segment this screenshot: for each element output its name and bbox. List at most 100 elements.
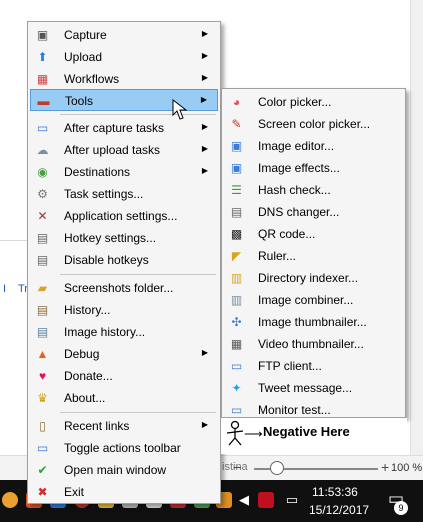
stick-figure-icon xyxy=(226,420,244,446)
menu-separator xyxy=(60,114,216,115)
tools_menu-item-label: Image effects... xyxy=(258,161,340,175)
zoom-level: 100 % xyxy=(391,462,423,474)
tray-app-icon[interactable] xyxy=(258,492,274,508)
submenu-arrow-icon: ▶ xyxy=(201,166,208,175)
tools_menu-item-screen-color-picker[interactable]: ✎ Screen color picker... xyxy=(224,113,403,135)
main_menu-item-application-settings[interactable]: ✕ Application settings... xyxy=(30,205,218,227)
submenu-arrow-icon: ▶ xyxy=(201,420,208,429)
menu-separator xyxy=(60,274,216,275)
submenu-arrow-icon: ▶ xyxy=(200,95,207,104)
main_menu-item-donate[interactable]: ♥ Donate... xyxy=(30,365,218,387)
tools_menu-item-label: Hash check... xyxy=(258,183,331,197)
tools_menu-item-color-picker[interactable]: ◕ Color picker... xyxy=(224,91,403,113)
main_menu-item-destinations[interactable]: ◉ Destinations ▶ xyxy=(30,161,218,183)
main_menu-item-after-upload-tasks[interactable]: ☁ After upload tasks ▶ xyxy=(30,139,218,161)
main_menu-item-label: Image history... xyxy=(64,325,146,339)
main_menu-item-recent-links[interactable]: ▯ Recent links ▶ xyxy=(30,415,218,437)
image-effects-icon: ▣ xyxy=(230,161,243,175)
tools_menu-item-directory-indexer[interactable]: ▥ Directory indexer... xyxy=(224,267,403,289)
main_menu-item-label: About... xyxy=(64,391,106,405)
network-icon[interactable]: ▭ xyxy=(284,492,300,508)
menu-separator xyxy=(60,412,216,413)
upload-arrow-icon: ⬆ xyxy=(37,50,48,64)
tools_menu-item-label: Screen color picker... xyxy=(258,117,371,131)
zoom-out-button[interactable]: − xyxy=(233,459,241,475)
main_menu-item-image-history[interactable]: ▤ Image history... xyxy=(30,321,218,343)
speaker-icon[interactable]: ◀ xyxy=(236,492,252,508)
tools_menu-item-image-thumbnailer[interactable]: ✣ Image thumbnailer... xyxy=(224,311,403,333)
main_menu-item-screenshots-folder[interactable]: ▰ Screenshots folder... xyxy=(30,277,218,299)
scrollbar[interactable] xyxy=(410,0,423,455)
clock-time[interactable]: 11:53:36 xyxy=(312,485,358,499)
tools_menu-item-label: Ruler... xyxy=(258,249,297,263)
directory-icon: ▥ xyxy=(230,271,243,285)
history-icon: ▤ xyxy=(36,303,49,317)
gear-icon: ⚙ xyxy=(37,187,48,201)
main_menu-item-exit[interactable]: ✖ Exit xyxy=(30,481,218,503)
zoom-slider-thumb[interactable] xyxy=(270,461,284,475)
tools_menu-item-image-effects[interactable]: ▣ Image effects... xyxy=(224,157,403,179)
twitter-bird-icon: ✦ xyxy=(231,381,242,395)
ftp-icon: ▭ xyxy=(230,359,243,373)
ruler-icon: ◤ xyxy=(231,249,242,263)
tools_menu-item-label: Monitor test... xyxy=(258,403,331,417)
main_menu-item-label: Toggle actions toolbar xyxy=(64,441,181,455)
tools_menu-item-label: FTP client... xyxy=(258,359,322,373)
main_menu-item-label: After capture tasks xyxy=(64,121,165,135)
keyboard-disabled-icon: ▤ xyxy=(36,253,49,267)
clock-date[interactable]: 15/12/2017 xyxy=(309,503,369,517)
main_menu-item-tools[interactable]: ▬ Tools ▶ xyxy=(30,89,218,111)
exit-x-icon: ✖ xyxy=(37,485,48,499)
main_menu-item-label: Destinations xyxy=(64,165,131,179)
image-combiner-icon: ▥ xyxy=(230,293,243,307)
tools_menu-item-dns-changer[interactable]: ▤ DNS changer... xyxy=(224,201,403,223)
main_menu-item-label: Recent links xyxy=(64,419,130,433)
main_menu-item-upload[interactable]: ⬆ Upload ▶ xyxy=(30,46,218,68)
zoom-in-button[interactable]: + xyxy=(381,459,389,475)
submenu-arrow-icon: ▶ xyxy=(201,144,208,153)
tools_menu-item-label: Tweet message... xyxy=(258,381,353,395)
tools_menu-item-hash-check[interactable]: ☰ Hash check... xyxy=(224,179,403,201)
main_menu-item-debug[interactable]: ▲ Debug ▶ xyxy=(30,343,218,365)
main_menu-item-label: Debug xyxy=(64,347,100,361)
main_menu-item-label: Task settings... xyxy=(64,187,144,201)
heart-icon: ♥ xyxy=(38,369,47,383)
globe-icon: ◉ xyxy=(37,165,48,179)
arrow-icon: ⟶ xyxy=(244,426,263,441)
main_menu-item-task-settings[interactable]: ⚙ Task settings... xyxy=(30,183,218,205)
tools_menu-item-ftp-client[interactable]: ▭ FTP client... xyxy=(224,355,403,377)
main_menu-item-disable-hotkeys[interactable]: ▤ Disable hotkeys xyxy=(30,249,218,271)
main_menu-item-label: Upload xyxy=(64,50,103,64)
tools_menu-item-tweet-message[interactable]: ✦ Tweet message... xyxy=(224,377,403,399)
notification-badge: 9 xyxy=(394,501,408,515)
color-wheel-icon: ◕ xyxy=(232,95,241,109)
camera-icon: ▣ xyxy=(36,28,49,42)
main_menu-item-open-main-window[interactable]: ✔ Open main window xyxy=(30,459,218,481)
submenu-arrow-icon: ▶ xyxy=(201,348,208,357)
traffic-cone-icon: ▲ xyxy=(36,347,49,361)
image-history-icon: ▤ xyxy=(36,325,49,339)
main_menu-item-capture[interactable]: ▣ Capture ▶ xyxy=(30,24,218,46)
main_menu-item-toggle-actions-toolbar[interactable]: ▭ Toggle actions toolbar xyxy=(30,437,218,459)
tools_menu-item-ruler[interactable]: ◤ Ruler... xyxy=(224,245,403,267)
main_menu-item-label: Capture xyxy=(64,28,107,42)
main_menu-item-about[interactable]: ♛ About... xyxy=(30,387,218,409)
tools_menu-item-image-combiner[interactable]: ▥ Image combiner... xyxy=(224,289,403,311)
image-thumbnailer-icon: ✣ xyxy=(231,315,242,329)
video-thumbnailer-icon: ▦ xyxy=(230,337,243,351)
main_menu-item-label: Workflows xyxy=(64,72,120,86)
main_menu-item-history[interactable]: ▤ History... xyxy=(30,299,218,321)
tools_menu-item-video-thumbnailer[interactable]: ▦ Video thumbnailer... xyxy=(224,333,403,355)
main_menu-item-after-capture-tasks[interactable]: ▭ After capture tasks ▶ xyxy=(30,117,218,139)
tools_menu-item-image-editor[interactable]: ▣ Image editor... xyxy=(224,135,403,157)
taskbar-app-icon[interactable] xyxy=(2,492,18,508)
toolbox-icon: ▬ xyxy=(37,94,50,108)
main_menu-item-workflows[interactable]: ▦ Workflows ▶ xyxy=(30,68,218,90)
background-link-fragment[interactable]: I xyxy=(3,283,6,295)
cloud-icon: ☁ xyxy=(36,143,49,157)
hash-check-icon: ☰ xyxy=(231,183,242,197)
main_menu-item-hotkey-settings[interactable]: ▤ Hotkey settings... xyxy=(30,227,218,249)
main_menu-item-label: Open main window xyxy=(64,463,167,477)
tools_menu-item-label: Image combiner... xyxy=(258,293,354,307)
tools_menu-item-qr-code[interactable]: ▩ QR code... xyxy=(224,223,403,245)
